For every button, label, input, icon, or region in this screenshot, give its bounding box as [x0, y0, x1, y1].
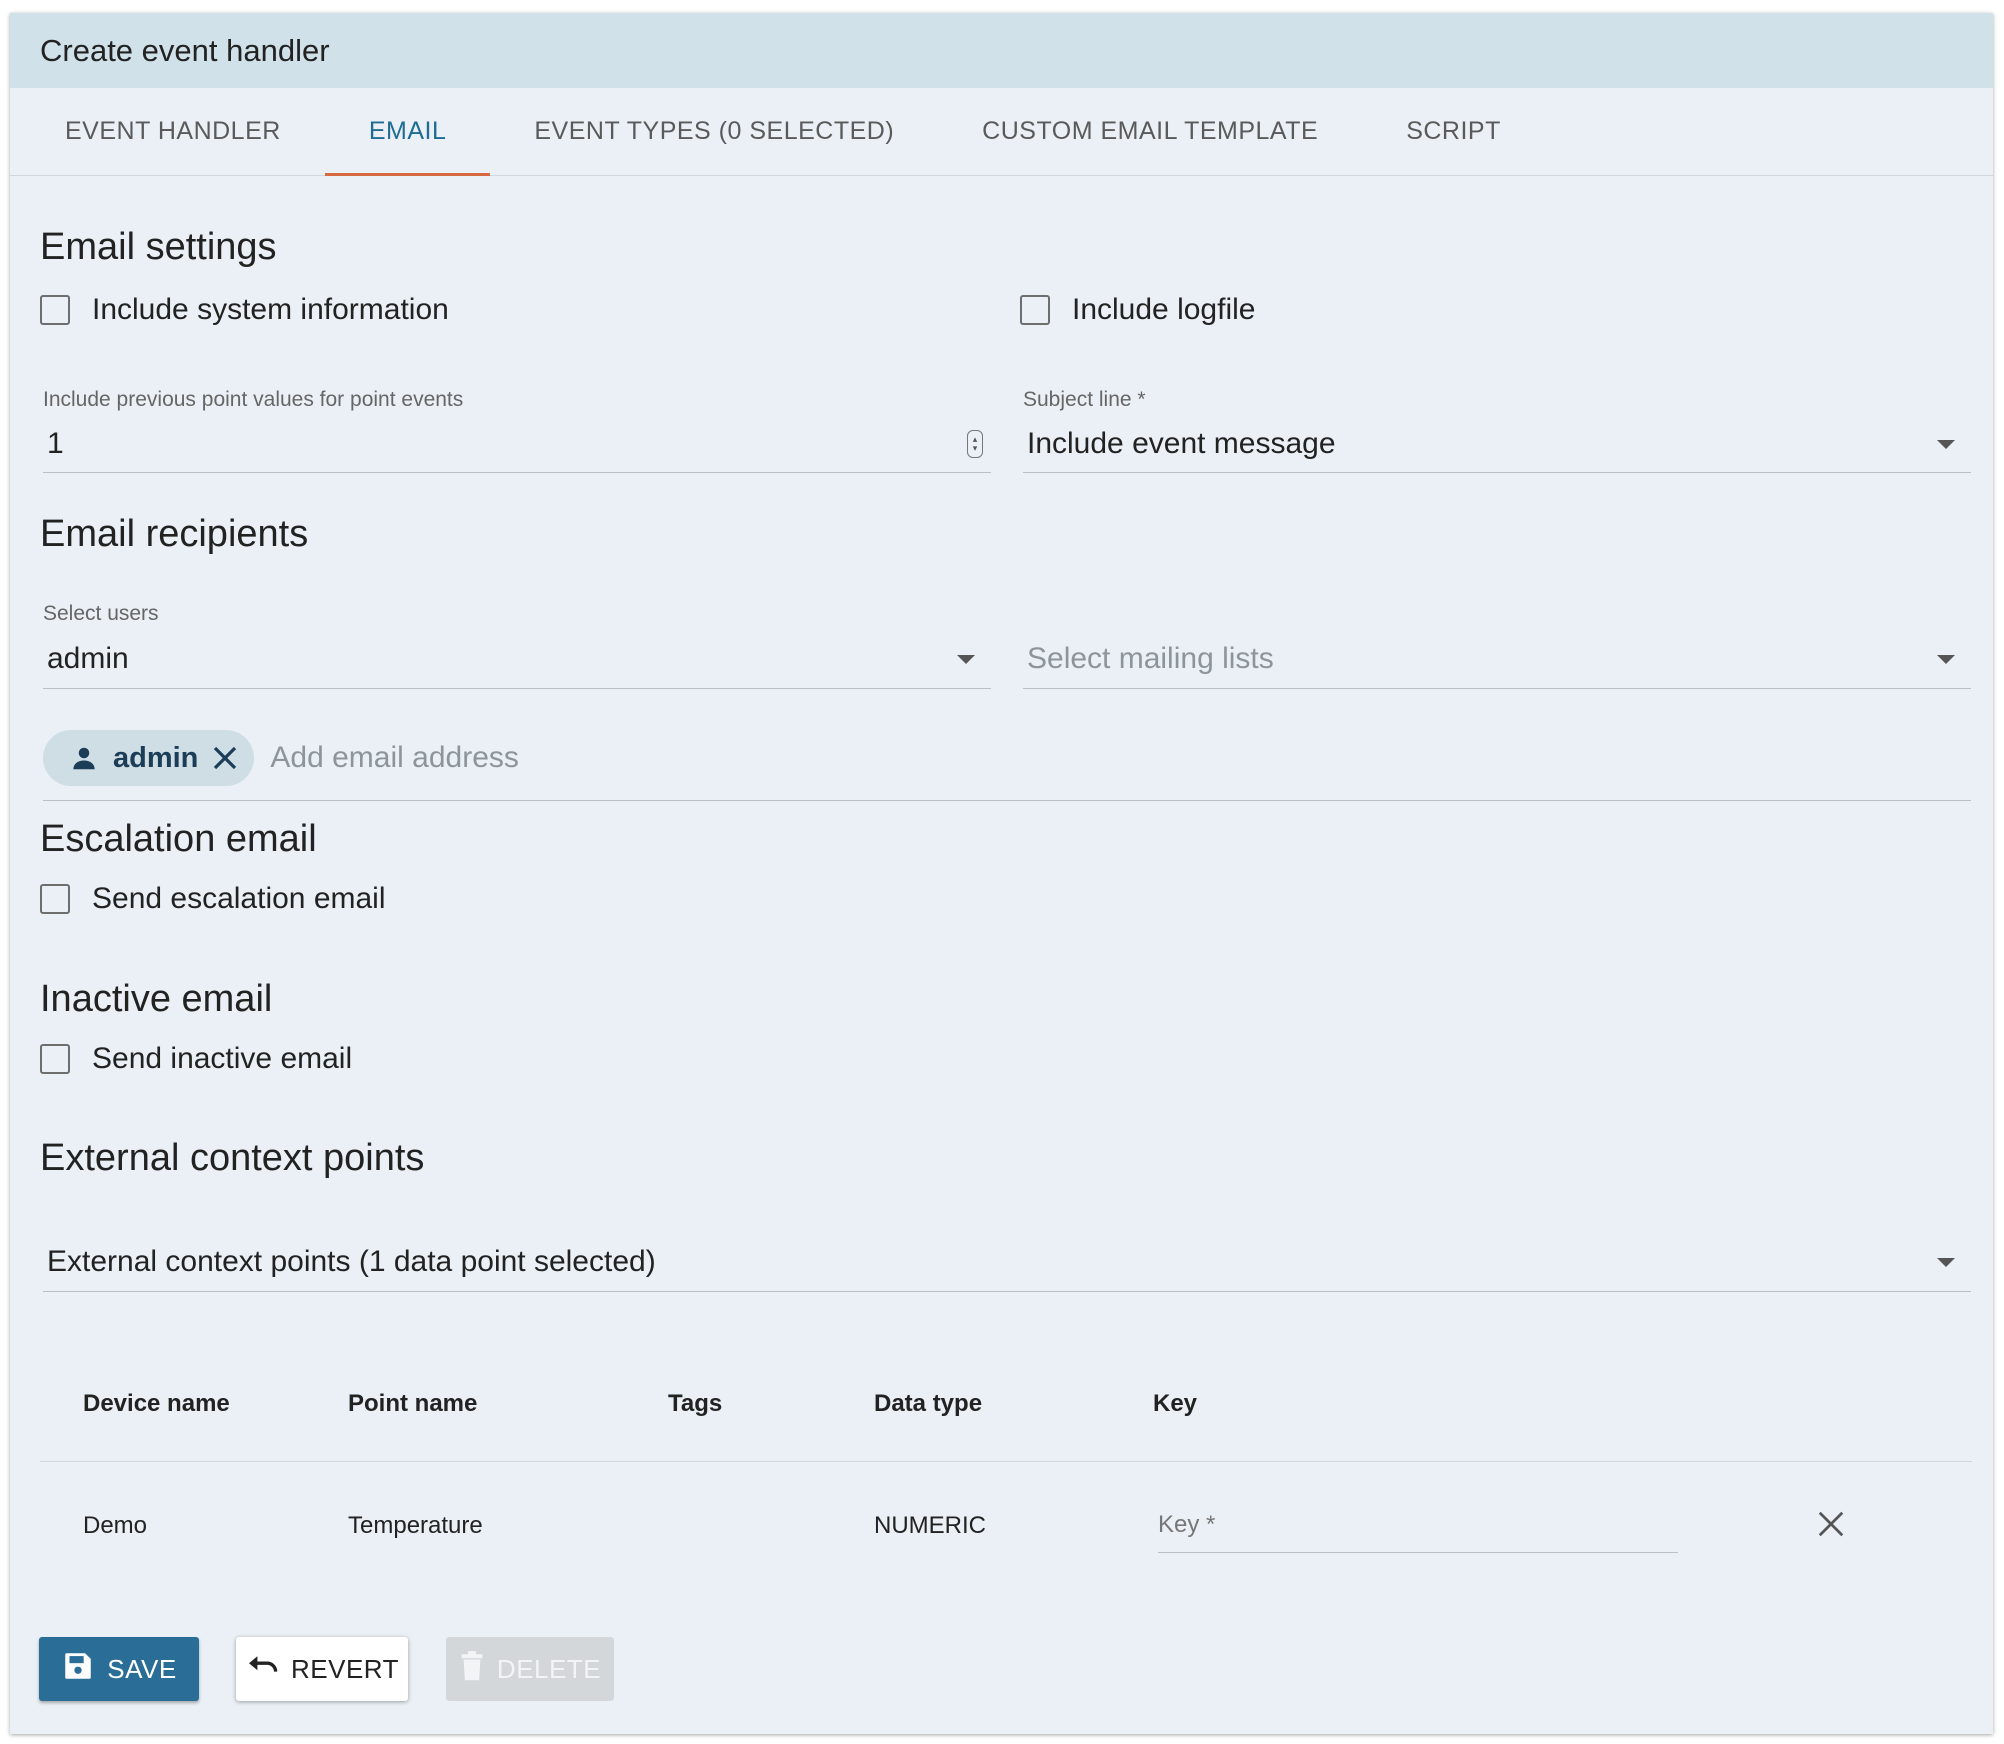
- stepper-icon[interactable]: ▴ ▾: [967, 430, 983, 458]
- include-logfile-row[interactable]: Include logfile: [1020, 293, 1255, 327]
- column-header-data-type: Data type: [874, 1389, 983, 1417]
- tab-email[interactable]: EMAIL: [324, 88, 491, 176]
- include-system-info-label: Include system information: [92, 293, 449, 326]
- inactive-email-heading: Inactive email: [40, 978, 273, 1020]
- send-inactive-checkbox[interactable]: [40, 1044, 70, 1074]
- table-row: Demo Temperature NUMERIC Key *: [40, 1462, 1972, 1592]
- subject-line-label: Subject line *: [1023, 388, 1146, 411]
- select-users-value: admin: [47, 642, 129, 675]
- delete-button-label: DELETE: [496, 1653, 602, 1684]
- trash-icon: [459, 1650, 485, 1689]
- cell-device-name: Demo: [83, 1512, 148, 1539]
- include-logfile-checkbox[interactable]: [1020, 295, 1050, 325]
- context-points-select[interactable]: External context points (1 data point se…: [43, 1233, 1971, 1292]
- previous-values-input[interactable]: 1 ▴ ▾: [43, 416, 991, 473]
- tab-event-types[interactable]: EVENT TYPES (0 SELECTED): [490, 88, 938, 175]
- column-header-point-name: Point name: [348, 1389, 478, 1417]
- save-icon: [61, 1649, 95, 1690]
- chevron-down-icon: [1937, 1257, 1955, 1267]
- tab-custom-email-template[interactable]: CUSTOM EMAIL TEMPLATE: [938, 88, 1362, 175]
- close-icon[interactable]: [210, 743, 240, 773]
- previous-values-label: Include previous point values for point …: [43, 388, 464, 411]
- tab-script[interactable]: SCRIPT: [1362, 88, 1545, 175]
- send-escalation-checkbox[interactable]: [40, 884, 70, 914]
- delete-button[interactable]: DELETE: [446, 1637, 614, 1701]
- chevron-down-icon: [1937, 439, 1955, 449]
- recipient-chip: admin: [43, 730, 255, 786]
- key-input-placeholder: Key *: [1158, 1511, 1216, 1538]
- tab-event-handler[interactable]: EVENT HANDLER: [21, 88, 325, 175]
- dialog-title: Create event handler: [40, 32, 330, 68]
- cell-point-name: Temperature: [348, 1512, 483, 1539]
- include-system-info-row[interactable]: Include system information: [40, 293, 449, 327]
- context-points-heading: External context points: [40, 1137, 425, 1179]
- chevron-down-icon: [957, 654, 975, 664]
- include-system-info-checkbox[interactable]: [40, 295, 70, 325]
- revert-button-label: REVERT: [291, 1653, 399, 1684]
- context-points-select-value: External context points (1 data point se…: [47, 1245, 656, 1278]
- subject-line-value: Include event message: [1027, 427, 1336, 460]
- context-points-table: Device name Point name Tags Data type Ke…: [40, 1346, 1972, 1592]
- email-settings-heading: Email settings: [40, 226, 277, 268]
- previous-values-value: 1: [47, 427, 64, 460]
- escalation-email-heading: Escalation email: [40, 818, 317, 860]
- column-header-key: Key: [1153, 1389, 1198, 1417]
- revert-button[interactable]: REVERT: [236, 1637, 408, 1701]
- tab-bar: EVENT HANDLER EMAIL EVENT TYPES (0 SELEC…: [10, 88, 1993, 176]
- key-input[interactable]: Key *: [1158, 1498, 1678, 1553]
- recipient-chip-label: admin: [113, 741, 199, 774]
- include-logfile-label: Include logfile: [1072, 293, 1256, 326]
- send-escalation-row[interactable]: Send escalation email: [40, 882, 386, 916]
- column-header-tags: Tags: [668, 1389, 723, 1417]
- mailing-lists-dropdown[interactable]: Select mailing lists: [1023, 630, 1971, 689]
- cell-data-type: NUMERIC: [874, 1512, 986, 1539]
- column-header-device-name: Device name: [83, 1389, 230, 1417]
- add-email-placeholder[interactable]: Add email address: [270, 741, 518, 775]
- send-inactive-label: Send inactive email: [92, 1042, 353, 1075]
- send-escalation-label: Send escalation email: [92, 882, 386, 915]
- remove-row-icon[interactable]: [1816, 1509, 1846, 1544]
- mailing-lists-placeholder: Select mailing lists: [1027, 642, 1274, 675]
- person-icon: [69, 743, 99, 773]
- email-address-chip-input[interactable]: admin Add email address: [43, 716, 1971, 801]
- save-button[interactable]: SAVE: [39, 1637, 199, 1701]
- chevron-down-icon: [1937, 654, 1955, 664]
- table-header-row: Device name Point name Tags Data type Ke…: [40, 1346, 1972, 1462]
- email-recipients-heading: Email recipients: [40, 513, 309, 555]
- undo-icon: [245, 1652, 281, 1687]
- event-handler-dialog: Create event handler EVENT HANDLER EMAIL…: [10, 13, 1993, 1734]
- send-inactive-row[interactable]: Send inactive email: [40, 1042, 352, 1076]
- save-button-label: SAVE: [107, 1653, 177, 1684]
- select-users-dropdown[interactable]: admin: [43, 630, 991, 689]
- subject-line-select[interactable]: Include event message: [1023, 416, 1971, 473]
- select-users-label: Select users: [43, 602, 159, 625]
- dialog-header: Create event handler: [10, 13, 1993, 88]
